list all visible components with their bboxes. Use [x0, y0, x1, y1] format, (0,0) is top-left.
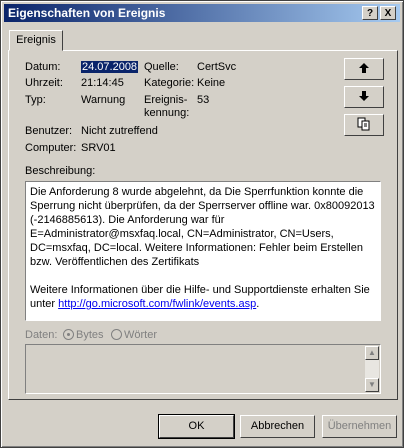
time-value: 21:14:45	[81, 77, 124, 89]
bytes-radio[interactable]: Bytes	[63, 329, 104, 341]
type-value: Warnung	[81, 94, 126, 106]
user-label: Benutzer:	[25, 125, 73, 137]
eventid-label: Ereignis- kennung:	[144, 94, 190, 119]
help-link[interactable]: http://go.microsoft.com/fwlink/events.as…	[58, 298, 256, 310]
event-properties-dialog: Eigenschaften von Ereignis ? X Ereignis …	[0, 0, 404, 448]
computer-label: Computer:	[25, 142, 77, 154]
scroll-down-icon[interactable]: ▼	[365, 378, 379, 392]
description-paragraph-1: Die Anforderung 8 wurde abgelehnt, da Di…	[30, 186, 375, 268]
category-label: Kategorie:	[144, 77, 195, 89]
tab-ereignis[interactable]: Ereignis	[9, 30, 63, 51]
data-scrollbar[interactable]: ▲ ▼	[365, 346, 379, 392]
type-label: Typ:	[25, 94, 46, 106]
cancel-button[interactable]: Abbrechen	[240, 415, 315, 438]
help-button[interactable]: ?	[362, 6, 378, 20]
words-radio[interactable]: Wörter	[111, 329, 157, 341]
source-value: CertSvc	[197, 61, 237, 73]
copy-button[interactable]	[344, 114, 384, 136]
copy-icon	[357, 117, 370, 131]
window-title: Eigenschaften von Ereignis	[8, 6, 166, 20]
date-value[interactable]: 24.07.2008	[81, 61, 139, 73]
arrow-up-icon	[359, 63, 369, 73]
arrow-down-icon	[359, 91, 369, 101]
bytes-radio-indicator	[63, 329, 74, 340]
data-label: Daten:	[25, 329, 58, 341]
user-value: Nicht zutreffend	[81, 125, 158, 137]
eventid-value: 53	[197, 94, 210, 106]
words-radio-indicator	[111, 329, 122, 340]
apply-button[interactable]: Übernehmen	[322, 415, 397, 438]
data-textbox[interactable]: ▲ ▼	[25, 344, 381, 394]
description-textbox[interactable]: Die Anforderung 8 wurde abgelehnt, da Di…	[25, 181, 381, 321]
description-label: Beschreibung:	[25, 165, 96, 177]
source-label: Quelle:	[144, 61, 179, 73]
scroll-up-icon[interactable]: ▲	[365, 346, 379, 360]
category-value: Keine	[197, 77, 226, 89]
computer-value: SRV01	[81, 142, 116, 154]
next-event-button[interactable]	[344, 86, 384, 108]
title-bar: Eigenschaften von Ereignis ? X	[4, 4, 400, 22]
description-paragraph-2: Weitere Informationen über die Hilfe- un…	[30, 284, 370, 310]
time-label: Uhrzeit:	[25, 77, 63, 89]
ok-button[interactable]: OK	[158, 414, 235, 439]
close-button[interactable]: X	[380, 6, 396, 20]
date-label: Datum:	[25, 61, 61, 73]
previous-event-button[interactable]	[344, 58, 384, 80]
